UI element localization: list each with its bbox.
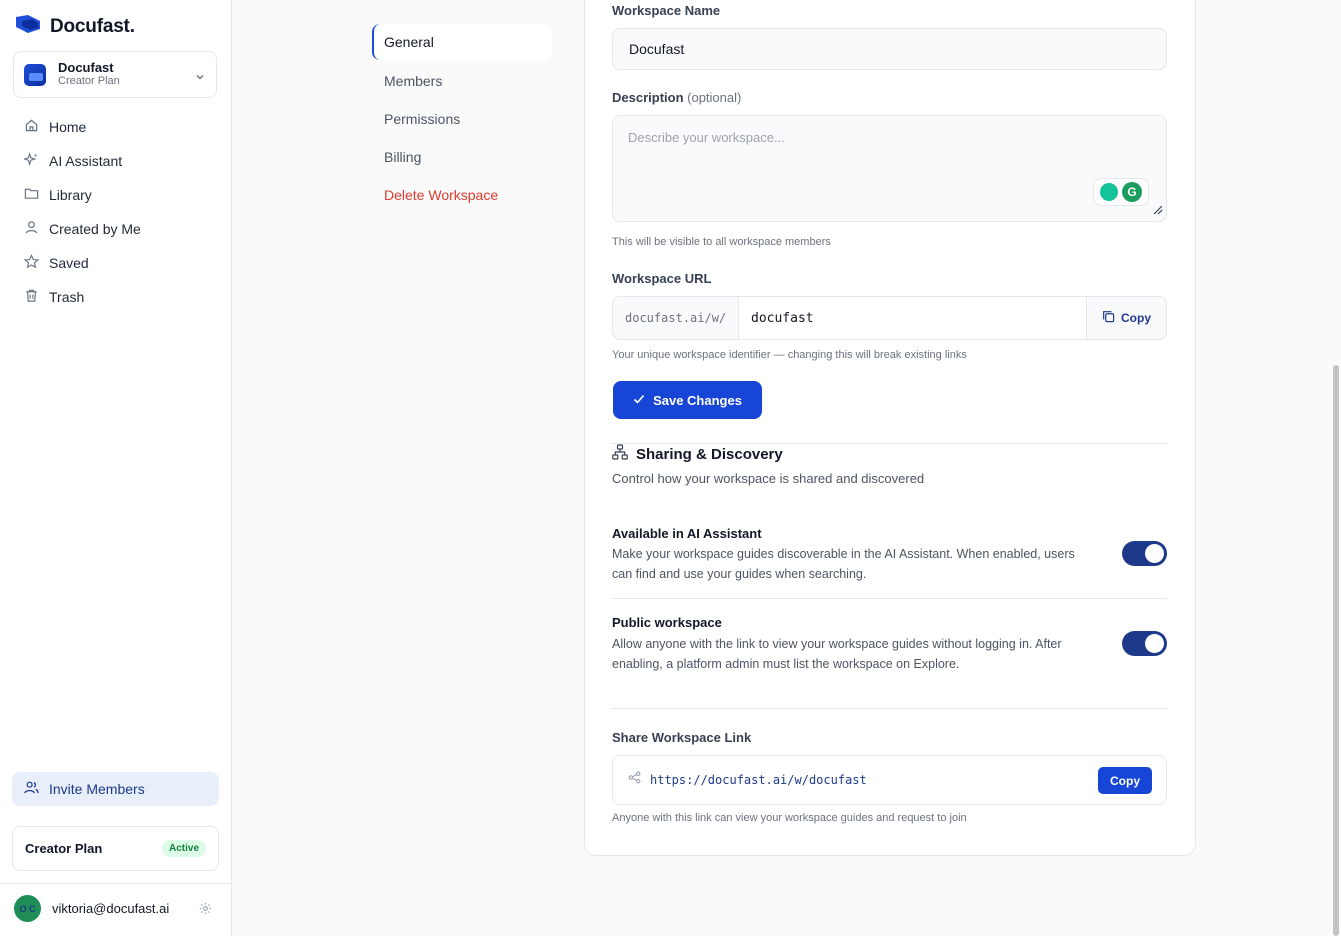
sparkle-icon [22,151,39,170]
resize-handle-icon[interactable] [1153,203,1163,218]
check-icon [633,393,645,408]
grammarly-icon: G [1122,182,1142,202]
user-profile[interactable]: O C viktoria@docufast.ai [14,895,219,922]
sidebar-item-label: AI Assistant [49,153,123,169]
optional-label: (optional) [687,90,742,105]
public-workspace-option-desc: Allow anyone with the link to view your … [612,637,1062,671]
folder-icon [24,186,39,204]
save-changes-label: Save Changes [653,392,742,408]
logo-text: Docufast. [50,15,135,37]
workspace-switcher[interactable]: Docufast Creator Plan [13,51,217,98]
star-icon [23,254,40,272]
tab-permissions[interactable]: Permissions [372,100,552,138]
tab-general[interactable]: General [372,24,552,60]
sidebar-item-home[interactable]: Home [12,110,218,144]
tab-members[interactable]: Members [372,62,552,100]
tab-billing[interactable]: Billing [372,138,552,176]
share-link-field: https://docufast.ai/w/docufast Copy [612,755,1167,805]
sidebar-item-trash[interactable]: Trash [12,280,218,314]
settings-nav: General Members Permissions Billing Dele… [372,24,552,214]
copy-icon [1102,310,1115,326]
app-logo[interactable]: Docufast. [14,13,135,40]
description-help: This will be visible to all workspace me… [612,236,831,248]
ai-assistant-toggle[interactable] [1122,541,1167,566]
tab-delete-workspace[interactable]: Delete Workspace [372,176,552,214]
public-workspace-option-title: Public workspace [612,615,722,630]
sidebar-item-library[interactable]: Library [12,178,218,212]
plan-card[interactable]: Creator Plan Active [12,826,219,871]
workspace-plan: Creator Plan [58,75,120,87]
workspace-url-field: docufast.ai/w/ docufast Copy [612,296,1167,340]
home-icon [24,118,39,136]
grammarly-widget[interactable]: G [1093,178,1149,206]
share-link-copy-button[interactable]: Copy [1098,767,1152,794]
ai-assistant-option-desc: Make your workspace guides discoverable … [612,547,1075,581]
sharing-title-text: Sharing & Discovery [636,445,783,463]
sidebar-nav: Home AI Assistant Library Created by Me … [12,110,218,314]
ai-assistant-option-title: Available in AI Assistant [612,526,762,541]
sidebar-item-ai-assistant[interactable]: AI Assistant [12,144,218,178]
toggle-knob [1145,544,1164,563]
public-workspace-toggle[interactable] [1122,631,1167,656]
description-placeholder: Describe your workspace... [628,130,785,145]
plan-name: Creator Plan [25,841,103,856]
save-changes-button[interactable]: Save Changes [613,381,762,419]
workspace-name: Docufast [58,60,114,75]
url-copy-label: Copy [1121,311,1151,325]
description-textarea[interactable]: Describe your workspace... G [612,115,1167,222]
sharing-section-title: Sharing & Discovery [612,444,783,464]
user-icon [24,220,39,238]
url-help: Your unique workspace identifier — chang… [612,349,967,361]
workspace-url-label: Workspace URL [612,271,712,286]
description-label-text: Description [612,90,684,105]
url-prefix: docufast.ai/w/ [613,297,739,339]
description-label: Description (optional) [612,90,741,105]
toggle-knob [1145,634,1164,653]
workspace-name-label: Workspace Name [612,3,721,18]
sidebar: Docufast. Docufast Creator Plan Home AI … [0,0,232,936]
trash-icon [24,288,39,306]
avatar: O C [14,895,41,922]
status-badge: Active [161,840,206,857]
sidebar-item-created-by-me[interactable]: Created by Me [12,212,218,246]
divider [0,883,231,884]
sidebar-item-saved[interactable]: Saved [12,246,218,280]
sitemap-icon [612,444,628,464]
invite-members-button[interactable]: Invite Members [12,772,219,806]
url-copy-button[interactable]: Copy [1086,297,1166,339]
sidebar-item-label: Created by Me [49,221,141,237]
docufast-logo-icon [14,13,42,40]
sidebar-item-label: Library [49,187,92,203]
lightbulb-icon [1100,183,1118,201]
scrollbar[interactable] [1333,365,1339,936]
workspace-url-input[interactable]: docufast [739,297,1086,339]
share-link-help: Anyone with this link can view your work… [612,812,967,824]
chevron-down-icon [195,69,205,87]
workspace-name-input[interactable]: Docufast [612,28,1167,70]
gear-icon[interactable] [199,902,212,920]
share-link-url[interactable]: https://docufast.ai/w/docufast [650,773,867,787]
invite-members-label: Invite Members [49,781,145,797]
divider [612,708,1167,709]
user-email: viktoria@docufast.ai [52,901,170,916]
users-icon [24,780,39,798]
sidebar-item-label: Trash [49,289,85,305]
share-link-label: Share Workspace Link [612,730,752,745]
sidebar-item-label: Saved [49,255,89,271]
sharing-subtitle: Control how your workspace is shared and… [612,471,925,486]
divider [612,598,1167,599]
workspace-icon [24,63,46,86]
sidebar-item-label: Home [49,119,87,135]
share-icon [628,771,641,789]
